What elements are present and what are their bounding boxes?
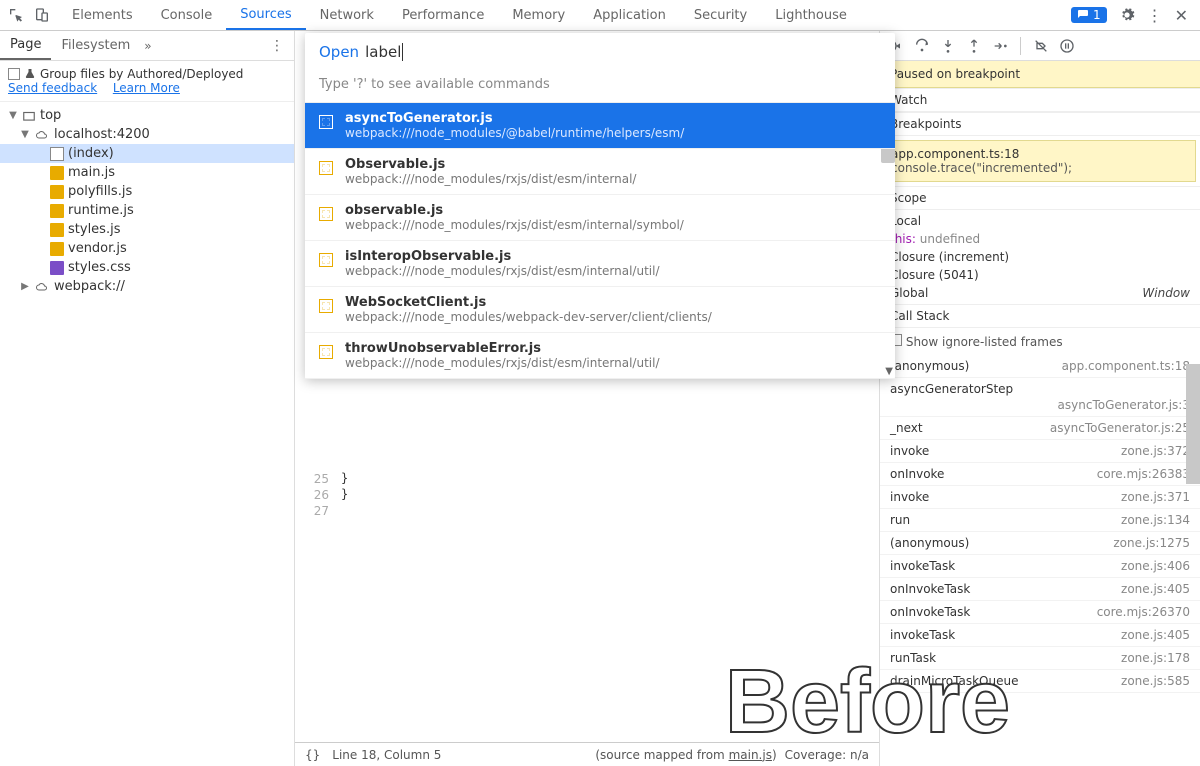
sidebar-more-icon[interactable]: » <box>144 39 151 53</box>
overlay-caption: Before <box>725 651 1010 754</box>
breakpoint-item[interactable]: app.component.ts:18 console.trace("incre… <box>884 140 1196 182</box>
sidebar-menu-icon[interactable]: ⋮ <box>260 38 294 54</box>
tree-item[interactable]: main.js <box>0 163 294 182</box>
step-icon[interactable] <box>992 38 1008 54</box>
scope-global[interactable]: GlobalWindow <box>890 284 1190 302</box>
pause-exceptions-icon[interactable] <box>1059 38 1075 54</box>
inspect-icon[interactable] <box>8 7 24 23</box>
breakpoint-code: console.trace("incremented"); <box>891 161 1189 175</box>
tab-application[interactable]: Application <box>579 0 680 30</box>
stack-frame[interactable]: onInvokecore.mjs:26383 <box>880 463 1200 486</box>
callstack-section[interactable]: Call Stack <box>880 304 1200 328</box>
debug-toolbar <box>880 31 1200 61</box>
feedback-badge[interactable]: 1 <box>1071 7 1107 23</box>
scope-this: this: undefined <box>890 230 1190 248</box>
tab-sources[interactable]: Sources <box>226 0 305 30</box>
scope-body: Local this: undefined Closure (increment… <box>880 210 1200 304</box>
format-icon[interactable]: {} <box>305 748 320 762</box>
tab-memory[interactable]: Memory <box>498 0 579 30</box>
popover-result[interactable]: WebSocketClient.jswebpack:///node_module… <box>305 287 895 333</box>
open-file-popover: Open label Type '?' to see available comm… <box>305 33 895 379</box>
cursor-position: Line 18, Column 5 <box>332 748 441 762</box>
popover-result[interactable]: throwUnobservableError.jswebpack:///node… <box>305 333 895 379</box>
stack-frame[interactable]: onInvokeTaskcore.mjs:26370 <box>880 601 1200 624</box>
popover-result[interactable]: asyncToGenerator.jswebpack:///node_modul… <box>305 103 895 149</box>
kebab-icon[interactable]: ⋮ <box>1147 6 1163 25</box>
stack-frame[interactable]: invokezone.js:372 <box>880 440 1200 463</box>
stack-frame[interactable]: invokeTaskzone.js:405 <box>880 624 1200 647</box>
tree-item[interactable]: ▼localhost:4200 <box>0 125 294 144</box>
popover-result[interactable]: isInteropObservable.jswebpack:///node_mo… <box>305 241 895 287</box>
scope-section[interactable]: Scope <box>880 186 1200 210</box>
tree-item[interactable]: polyfills.js <box>0 182 294 201</box>
tree-item[interactable]: ▼top <box>0 106 294 125</box>
scope-closure-2[interactable]: Closure (5041) <box>890 266 1190 284</box>
topbar-left <box>0 7 58 23</box>
right-scrollbar[interactable] <box>1186 364 1200 484</box>
call-stack-list: (anonymous)app.component.ts:18asyncGener… <box>880 355 1200 693</box>
sidebar-tab-filesystem[interactable]: Filesystem <box>51 31 140 60</box>
stack-frame[interactable]: (anonymous)zone.js:1275 <box>880 532 1200 555</box>
gear-icon[interactable] <box>1119 7 1135 23</box>
popover-result[interactable]: observable.jswebpack:///node_modules/rxj… <box>305 195 895 241</box>
scope-closure-1[interactable]: Closure (increment) <box>890 248 1190 266</box>
watch-section[interactable]: Watch <box>880 88 1200 112</box>
devtools-tabbar: ElementsConsoleSourcesNetworkPerformance… <box>0 0 1200 31</box>
sidebar-tab-page[interactable]: Page <box>0 31 51 60</box>
breakpoints-section[interactable]: Breakpoints <box>880 112 1200 136</box>
stack-frame[interactable]: invokezone.js:371 <box>880 486 1200 509</box>
tree-item[interactable]: runtime.js <box>0 201 294 220</box>
tree-item[interactable]: styles.js <box>0 220 294 239</box>
tab-performance[interactable]: Performance <box>388 0 498 30</box>
open-query: label <box>365 43 403 61</box>
checkbox-icon[interactable] <box>8 68 20 80</box>
deactivate-breakpoints-icon[interactable] <box>1033 38 1049 54</box>
learn-more-link[interactable]: Learn More <box>113 81 180 95</box>
experiment-icon <box>24 68 36 80</box>
tab-console[interactable]: Console <box>147 0 227 30</box>
stack-frame[interactable]: _nextasyncToGenerator.js:25 <box>880 417 1200 440</box>
show-ignore-listed[interactable]: Show ignore-listed frames <box>880 328 1200 355</box>
tree-item[interactable]: (index) <box>0 144 294 163</box>
stack-frame[interactable]: invokeTaskzone.js:406 <box>880 555 1200 578</box>
device-icon[interactable] <box>34 7 50 23</box>
scope-local[interactable]: Local <box>890 212 1190 230</box>
tree-item[interactable]: ▶webpack:// <box>0 277 294 296</box>
tab-security[interactable]: Security <box>680 0 761 30</box>
tab-elements[interactable]: Elements <box>58 0 147 30</box>
step-into-icon[interactable] <box>940 38 956 54</box>
open-file-input[interactable]: Open label <box>305 33 895 71</box>
tree-item[interactable]: vendor.js <box>0 239 294 258</box>
stack-frame[interactable]: asyncGeneratorStepasyncToGenerator.js:3 <box>880 378 1200 417</box>
stack-frame[interactable]: onInvokeTaskzone.js:405 <box>880 578 1200 601</box>
step-over-icon[interactable] <box>914 38 930 54</box>
popover-results: ▲ ▼ asyncToGenerator.jswebpack:///node_m… <box>305 103 895 379</box>
paused-banner: Paused on breakpoint <box>880 61 1200 88</box>
group-files-option[interactable]: Group files by Authored/Deployed <box>8 67 286 81</box>
tab-network[interactable]: Network <box>306 0 388 30</box>
breakpoint-location: app.component.ts:18 <box>891 147 1189 161</box>
close-icon[interactable]: ✕ <box>1175 6 1188 25</box>
topbar-right: 1 ⋮ ✕ <box>1059 6 1200 25</box>
group-files-label: Group files by Authored/Deployed <box>40 67 243 81</box>
file-tree: ▼top▼localhost:4200(index)main.jspolyfil… <box>0 102 294 766</box>
stack-frame[interactable]: runzone.js:134 <box>880 509 1200 532</box>
tree-item[interactable]: styles.css <box>0 258 294 277</box>
stack-frame[interactable]: (anonymous)app.component.ts:18 <box>880 355 1200 378</box>
tab-lighthouse[interactable]: Lighthouse <box>761 0 861 30</box>
popover-hint: Type '?' to see available commands <box>305 71 895 103</box>
sources-sidebar: Page Filesystem » ⋮ Group files by Autho… <box>0 31 295 766</box>
step-out-icon[interactable] <box>966 38 982 54</box>
popover-result[interactable]: Observable.jswebpack:///node_modules/rxj… <box>305 149 895 195</box>
open-prefix: Open <box>319 43 359 61</box>
send-feedback-link[interactable]: Send feedback <box>8 81 97 95</box>
